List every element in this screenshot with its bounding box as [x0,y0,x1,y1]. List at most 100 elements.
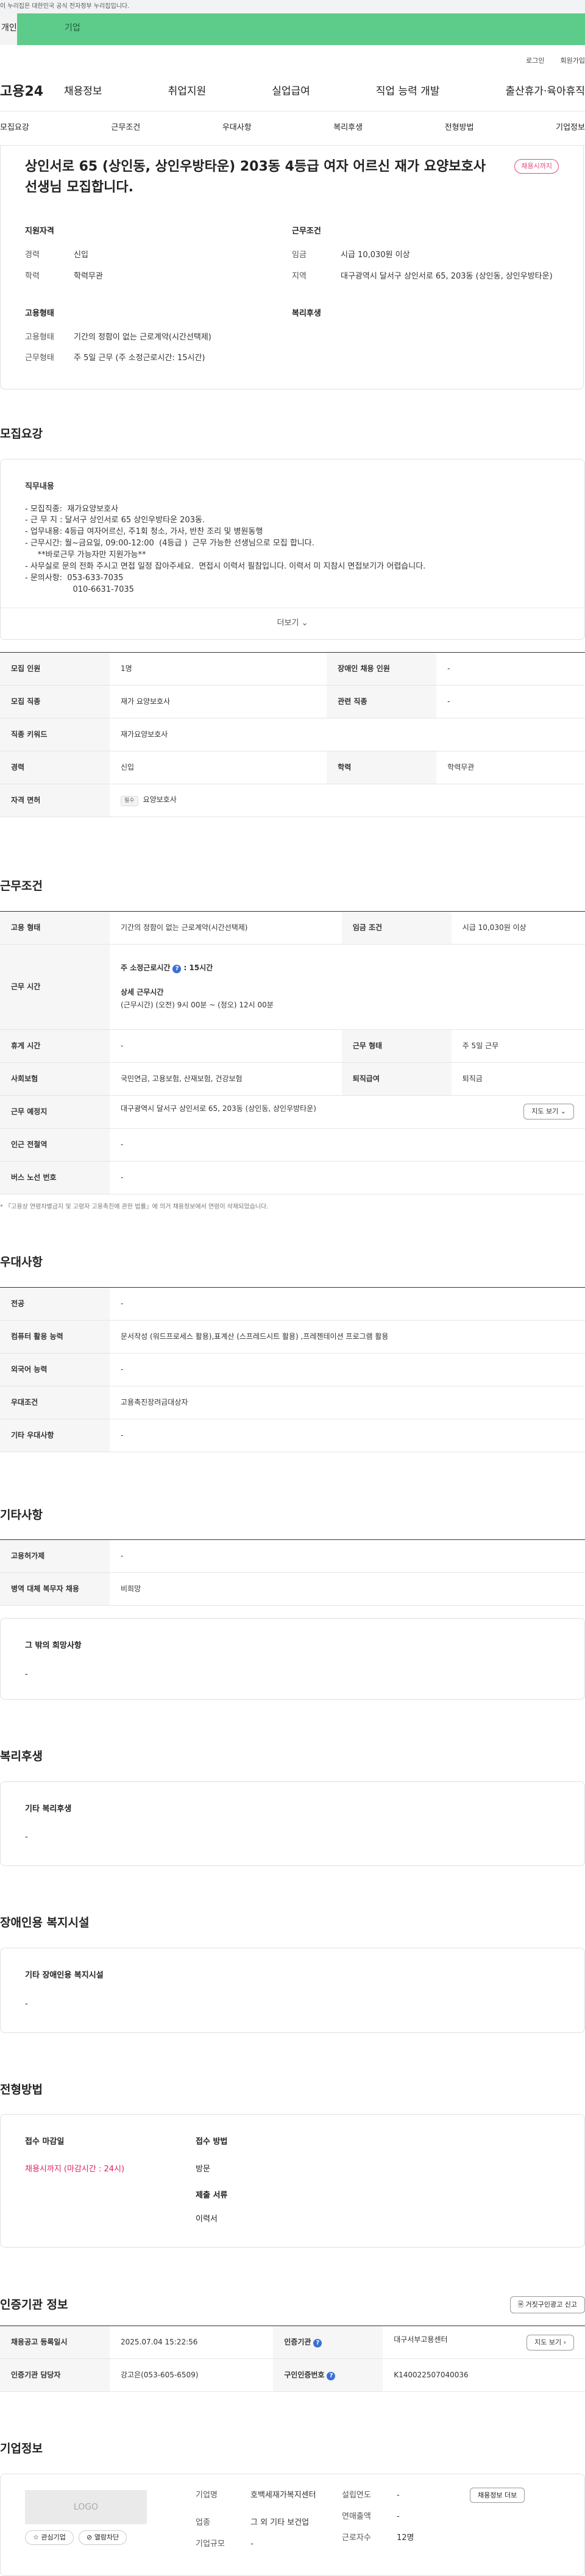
more-button[interactable]: 더보기 ⌄ [1,608,584,639]
login-link[interactable]: 로그인 [526,56,544,73]
process-box: 접수 마감일 채용시까지 (마감시간 : 24시) 접수 방법 방문 제출 서류… [0,2114,585,2248]
disabled-count-value: - [436,652,585,686]
sales-label: 연매출액 [342,2511,371,2521]
work-form-label2: 근무 형태 [341,1029,452,1063]
gnb-item-employment-support[interactable]: 취업지원 [168,84,207,99]
method-value: 방문 [196,2164,210,2174]
company-title: 기업정보 [0,2442,43,2456]
military-label: 병역 대체 복무자 채용 [0,1572,110,1606]
block-button[interactable]: ⊘ 열람차단 [79,2530,127,2545]
chevron-down-icon: ⌄ [560,1107,566,1116]
cert-map-button-label: 지도 보기 [534,2338,562,2346]
favorite-button-label: 관심기업 [41,2533,66,2541]
emp-type-label: 고용형태 [25,332,54,342]
company-jobs-button[interactable]: 채용정보 더보 [470,2487,525,2503]
help-icon[interactable]: ? [313,2339,322,2348]
keyword-value: 재가요양보호사 [110,718,585,752]
docs-title: 제출 서류 [196,2190,228,2200]
prefer-etc-value: - [110,1419,585,1452]
language-label: 외국어 능력 [0,1353,110,1386]
help-icon[interactable]: ? [327,2372,336,2381]
welfare-title: 복리후생 [0,1750,43,1764]
weekly-hours-value: : 15시간 [183,963,213,973]
work-form-label: 근무형태 [25,353,54,363]
subnav-conditions[interactable]: 근무조건 [111,122,140,134]
gnb-item-parental-leave[interactable]: 출산휴가·육아휴직 [505,84,585,99]
work-form-value2: 주 5일 근무 [451,1029,585,1063]
more-label: 더보기 [277,619,299,628]
block-button-label: 열람차단 [94,2533,119,2541]
required-tag: 필수 [121,796,138,807]
subnav-recruit[interactable]: 모집요강 [0,122,29,134]
chevron-down-icon: ⌄ [301,619,308,628]
detail-hours-value: (근무시간) (오전) 9시 00분 ~ (정오) 12시 00분 [121,1000,274,1009]
hope-box: 그 밖의 희망사항 - [0,1618,585,1700]
chevron-right-icon: › [563,2338,566,2346]
company-box: LOGO ☆ 관심기업 ⊘ 열람차단 기업명 호백세재가복지센터 업종 그 외 기타… [0,2473,585,2576]
tab-company[interactable]: 기업 [17,13,585,45]
founded-value: - [397,2490,400,2500]
manager-label: 인증기관 담당자 [0,2358,110,2393]
favorite-button[interactable]: ☆ 관심기업 [25,2530,74,2545]
deadline-title: 접수 마감일 [25,2137,65,2147]
count-value: 1명 [110,652,327,686]
subnav-welfare[interactable]: 복리후생 [333,122,363,134]
hope-value: - [25,1670,28,1680]
gnb-item-vocational-training[interactable]: 직업 능력 개발 [376,84,440,99]
rest-value: - [110,1029,342,1063]
cert-no-label: 구인인증번호 [284,2371,325,2380]
license-value: 요양보호사 [143,795,177,804]
tab-personal[interactable]: 개인 [0,13,17,45]
edu-label: 학력 [327,751,437,785]
qual-career-value: 신입 [74,250,88,260]
report-button-label: 거짓구인광고 신고 [525,2301,577,2309]
emp-value: 기간의 정함이 없는 근로계약(시간선택제) [110,911,342,945]
bus-label: 버스 노선 번호 [0,1161,110,1194]
severance-value: 퇴직금 [451,1062,585,1096]
cond-region-value: 대구광역시 달서구 상인서로 65, 203동 (상인동, 상인우방타운) [341,271,553,281]
size-label: 기업규모 [196,2539,225,2549]
subnav-prefer[interactable]: 우대사항 [222,122,252,134]
related-job-value: - [436,685,585,719]
emp-label: 고용 형태 [0,911,110,945]
site-logo[interactable]: 고용24 [0,82,64,102]
recruit-table: 모집 인원 1명 장애인 채용 인원 - 모집 직종 재가 요양보호사 관련 직종 - … [0,652,585,818]
cond-wage-value: 시급 10,030원 이상 [341,250,410,260]
emp-type-value: 기간의 정함이 없는 근로계약(시간선택제) [74,332,211,342]
qual-edu-label: 학력 [25,271,40,281]
welfare-box: 기타 복리후생 - [0,1781,585,1867]
insurance-label: 사회보험 [0,1062,110,1096]
welfare-heading: 복리후생 [292,308,321,318]
disabled-count-label: 장애인 채용 인원 [327,652,437,686]
cond-wage-label: 임금 [292,250,307,260]
join-link[interactable]: 회원가입 [561,56,585,73]
cert-map-button[interactable]: 지도 보기 › [526,2334,574,2351]
deadline-value: 채용시까지 (마감시간 : 24시) [25,2164,125,2174]
work-permit-value: - [110,1539,585,1574]
job-value: 재가 요양보호사 [110,685,327,719]
workplace-label: 근무 예정지 [0,1095,110,1129]
deadline-badge: 채용시까지 [514,159,559,174]
subnav-company[interactable]: 기업정보 [556,122,585,134]
report-button[interactable]: 🗎 거짓구인광고 신고 [510,2296,585,2314]
help-icon[interactable]: ? [172,965,182,974]
license-label: 자격 면허 [0,784,110,818]
global-nav: 고용24 채용정보 취업지원 실업급여 직업 능력 개발 출산휴가·육아휴직 [0,73,585,112]
detail-hours-label: 상세 근무시간 [121,987,164,996]
subnav-process[interactable]: 전형방법 [445,122,474,134]
etc-title: 기타사항 [0,1508,43,1522]
license-cell: 필수 요양보호사 [110,784,585,818]
related-job-label: 관련 직종 [327,685,437,719]
weekly-hours-label: 주 소정근로시간 [121,963,171,973]
map-button[interactable]: 지도 보기 ⌄ [523,1104,574,1120]
prefer-etc-label: 기타 우대사항 [0,1419,110,1452]
gnb-item-unemployment-benefit[interactable]: 실업급여 [272,84,310,99]
cert-title: 인증기관 정보 [0,2297,68,2312]
document-icon: 🗎 [518,2301,524,2309]
etc-table: 고용허가제 - 병역 대체 복무자 채용 비희망 [0,1539,585,1606]
career-value: 신입 [110,751,327,785]
docs-value: 이력서 [196,2214,218,2224]
gnb-item-jobs[interactable]: 채용정보 [64,84,102,99]
prefer-cond-label: 우대조건 [0,1386,110,1419]
pc-skill-label: 컴퓨터 활용 능력 [0,1320,110,1354]
